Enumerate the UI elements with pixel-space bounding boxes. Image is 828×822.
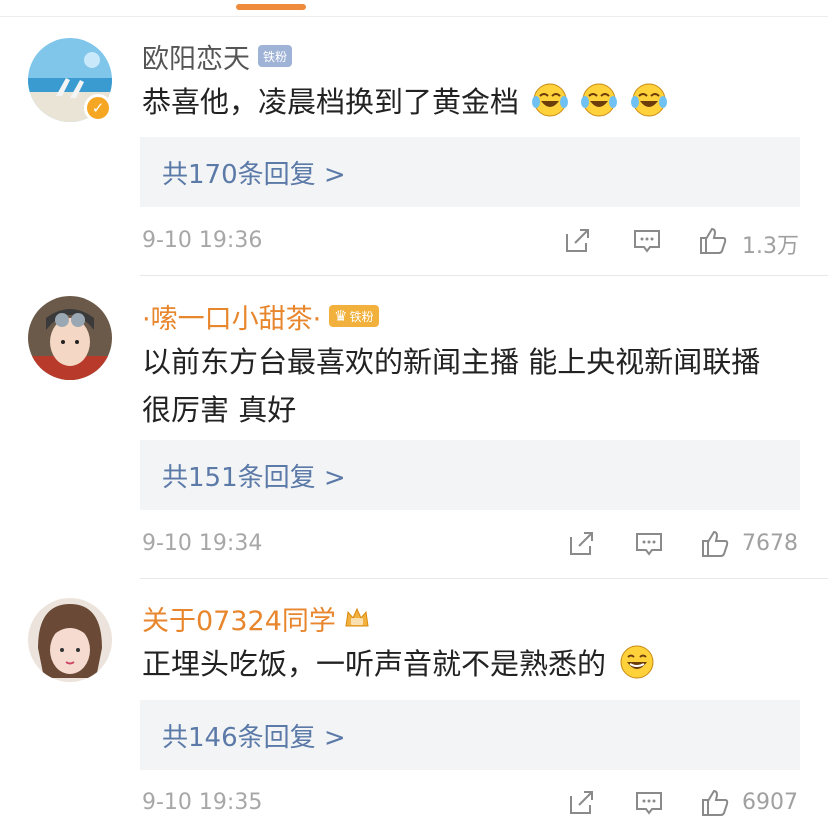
laugh-cry-emoji (630, 83, 667, 117)
share-icon[interactable] (562, 226, 592, 256)
crown-icon (345, 607, 369, 627)
comment-text-content: 恭喜他，凌晨档换到了黄金档 (142, 85, 520, 119)
like-icon[interactable] (700, 529, 730, 559)
fan-badge-label: 铁粉 (349, 309, 374, 324)
like-count: 6907 (742, 790, 798, 815)
reply-count: 共170条回复 > (162, 159, 346, 190)
top-divider (0, 16, 828, 17)
reply-count: 共146条回复 > (162, 722, 346, 753)
comment-icon[interactable] (634, 788, 664, 818)
divider (140, 578, 828, 579)
like-count: 1.3万 (742, 234, 799, 259)
share-icon[interactable] (566, 788, 596, 818)
username[interactable]: 欧阳恋天 (142, 37, 250, 76)
username[interactable]: ·嗦一口小甜茶· (142, 297, 321, 336)
comment-text-line: 以前东方台最喜欢的新闻主播 能上央视新闻联播 (142, 345, 761, 379)
timestamp: 9-10 19:36 (142, 228, 263, 253)
username-row: 关于07324同学 (142, 599, 370, 638)
laugh-cry-emoji (532, 83, 569, 117)
comment-icon[interactable] (634, 529, 664, 559)
active-tab-indicator (236, 4, 306, 10)
reply-count: 共151条回复 > (162, 462, 346, 493)
comment-text-content: 正埋头吃饭，一听声音就不是熟悉的 (142, 647, 607, 681)
avatar[interactable] (28, 598, 112, 682)
comment-meta: 9-10 19:36 1.3万 (142, 224, 802, 260)
username-row: 欧阳恋天 铁粉 (142, 37, 293, 76)
share-icon[interactable] (566, 529, 596, 559)
comment-text-line: 很厉害 真好 (142, 393, 297, 427)
like-icon[interactable] (700, 788, 730, 818)
username-row: ·嗦一口小甜茶· ♛ 铁粉 (142, 297, 379, 336)
laugh-emoji (620, 645, 654, 679)
comment-text: 恭喜他，凌晨档换到了黄金档 (142, 78, 792, 126)
divider (140, 275, 828, 276)
comment-meta: 9-10 19:34 7678 (142, 527, 802, 563)
crown-icon: ♛ (334, 307, 348, 325)
comment-text: 以前东方台最喜欢的新闻主播 能上央视新闻联播 很厉害 真好 (142, 338, 792, 434)
like-icon[interactable] (698, 226, 728, 256)
verified-icon: ✓ (84, 94, 112, 122)
fan-badge-label: 铁粉 (263, 49, 288, 64)
like-count: 7678 (742, 531, 798, 556)
reply-link[interactable]: 共146条回复 > (140, 700, 800, 770)
username[interactable]: 关于07324同学 (142, 599, 336, 638)
timestamp: 9-10 19:34 (142, 531, 263, 556)
laugh-cry-emoji (581, 83, 618, 117)
reply-link[interactable]: 共170条回复 > (140, 137, 800, 207)
avatar[interactable] (28, 296, 112, 380)
comment-text: 正埋头吃饭，一听声音就不是熟悉的 (142, 640, 792, 688)
reply-link[interactable]: 共151条回复 > (140, 440, 800, 510)
comment-icon[interactable] (632, 226, 662, 256)
fan-badge: 铁粉 (258, 45, 293, 67)
fan-badge: ♛ 铁粉 (329, 305, 379, 327)
timestamp: 9-10 19:35 (142, 790, 263, 815)
